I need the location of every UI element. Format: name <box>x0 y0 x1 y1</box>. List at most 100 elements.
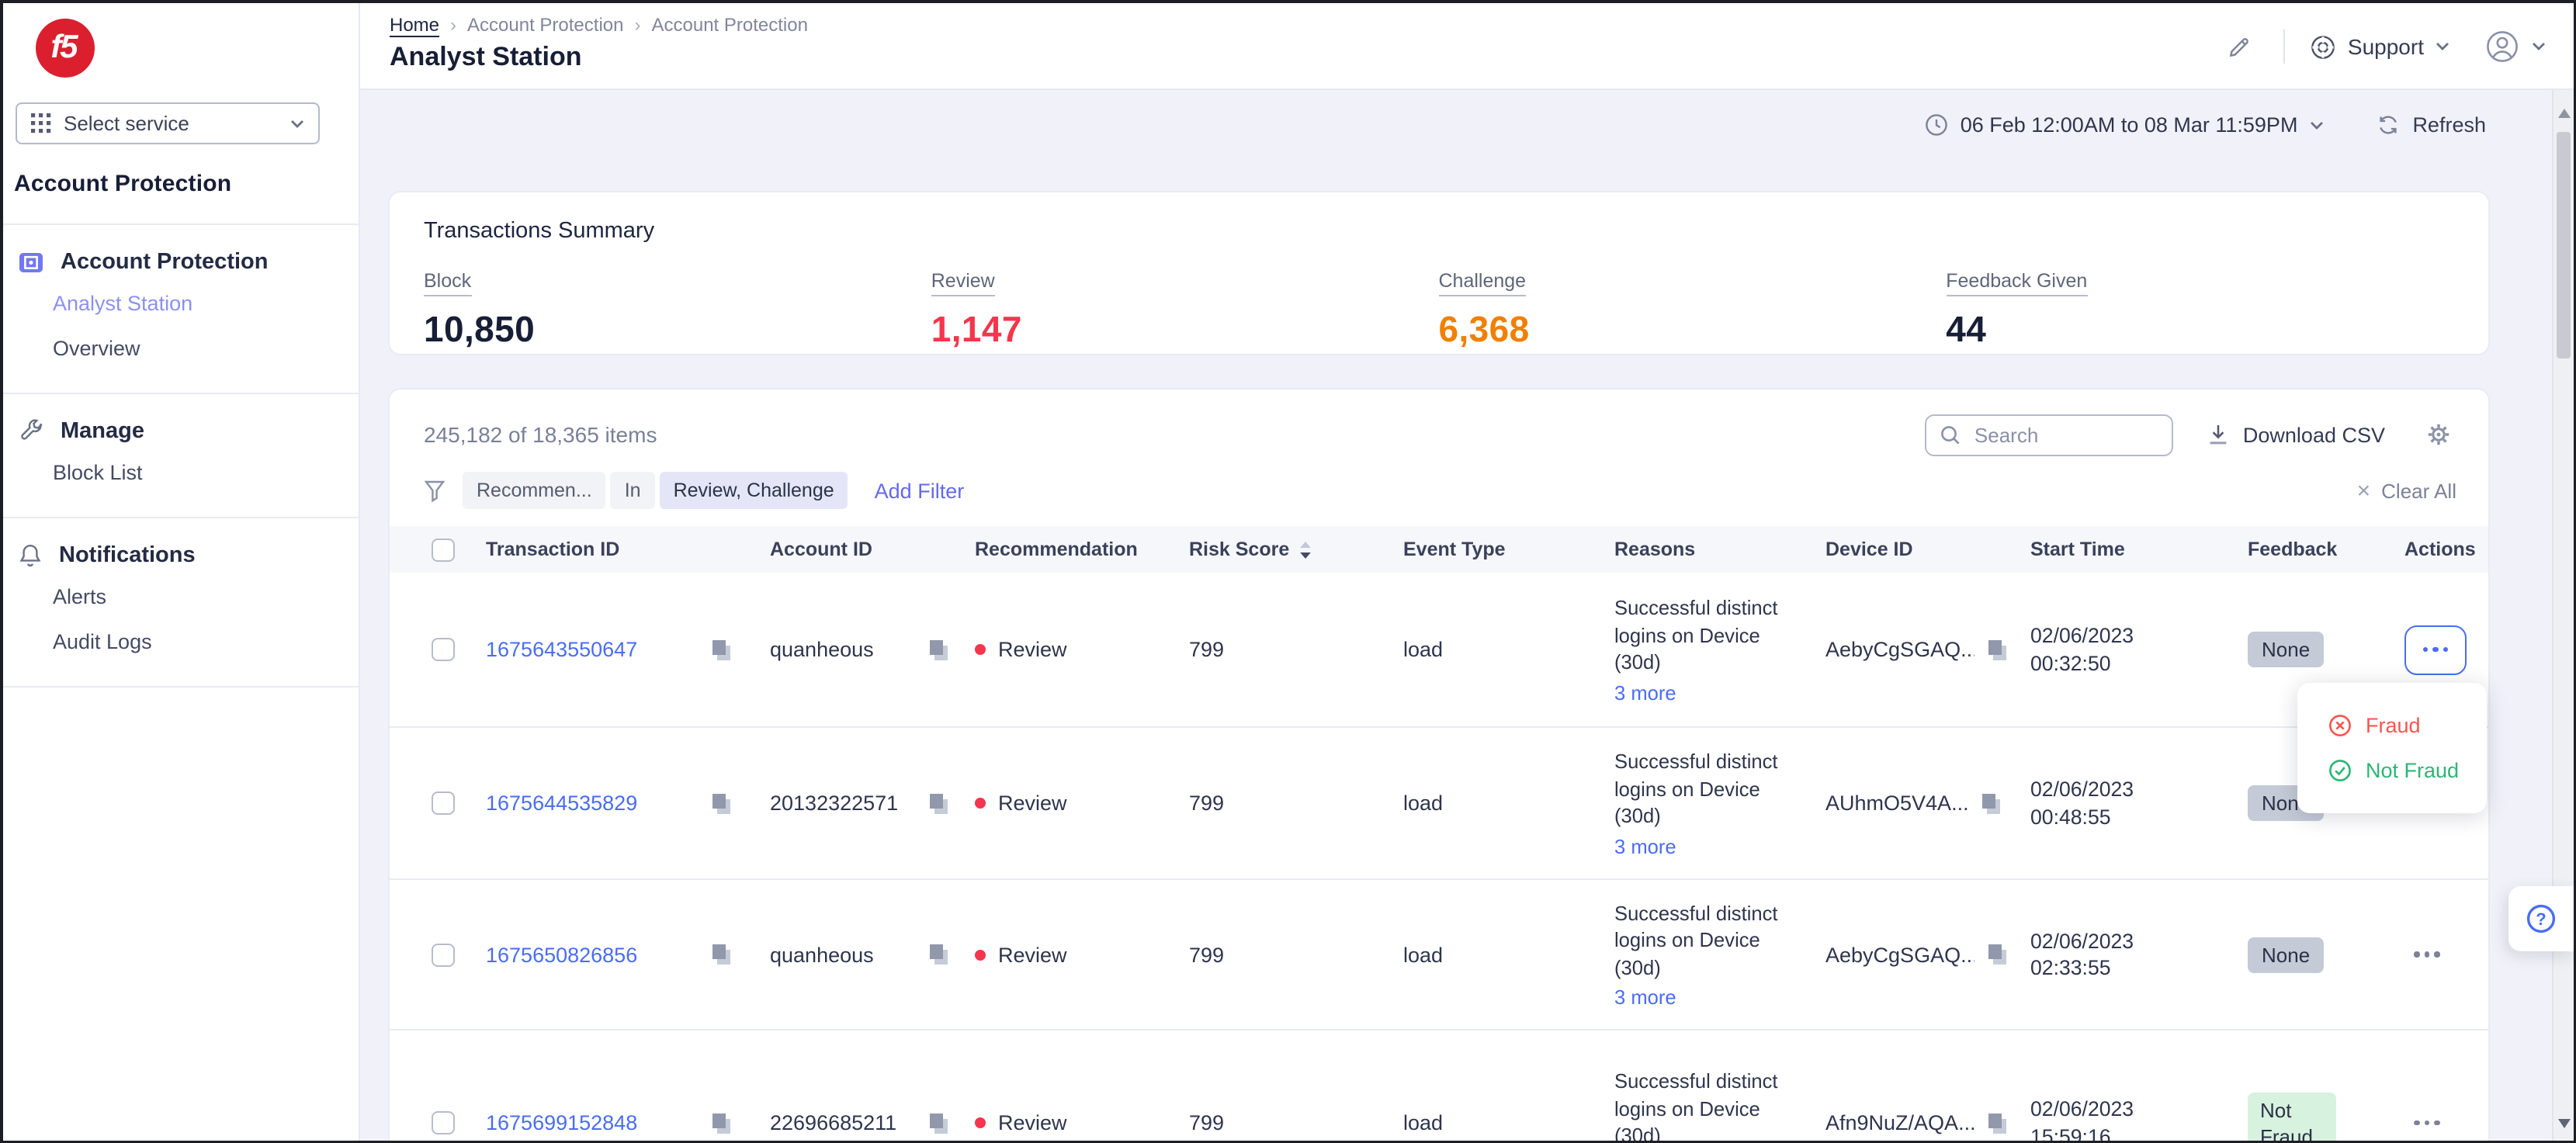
copy-icon[interactable] <box>1987 944 2009 965</box>
copy-icon[interactable] <box>928 944 950 965</box>
stat-feedback-given: Feedback Given 44 <box>1946 267 2453 351</box>
scrollbar-thumb[interactable] <box>2556 132 2570 358</box>
stat-block: Block 10,850 <box>424 267 931 351</box>
copy-icon[interactable] <box>1981 792 2003 814</box>
sort-icon[interactable] <box>1298 541 1311 558</box>
copy-icon[interactable] <box>928 792 950 814</box>
reasons-cell: Successful distinct logins on Device (30… <box>1614 1069 1825 1141</box>
stat-label: Block <box>424 270 471 296</box>
filter-field-chip[interactable]: Recommen... <box>463 472 606 509</box>
feedback-cell: Not Fraud <box>2248 1092 2404 1140</box>
col-feedback: Feedback <box>2248 539 2404 560</box>
copy-icon[interactable] <box>711 1112 733 1134</box>
more-reasons-link[interactable]: 3 more <box>1614 681 1676 705</box>
recommendation-cell: Review <box>975 791 1189 815</box>
menu-item-fraud[interactable]: Fraud <box>2297 703 2487 748</box>
copy-icon[interactable] <box>1987 639 2009 660</box>
row-checkbox-cell <box>424 943 486 966</box>
transaction-id-link[interactable]: 1675699152848 <box>486 1111 637 1134</box>
download-csv-button[interactable]: Download CSV <box>2207 423 2385 446</box>
row-actions-button[interactable] <box>2404 625 2467 674</box>
start-date: 02/06/2023 <box>2030 929 2134 952</box>
sidebar-item-block-list[interactable]: Block List <box>3 450 359 495</box>
search-icon <box>1940 424 1961 445</box>
row-actions-button[interactable] <box>2404 937 2449 973</box>
col-device-id: Device ID <box>1825 539 2030 560</box>
menu-item-not-fraud[interactable]: Not Fraud <box>2297 748 2487 793</box>
scroll-up-icon[interactable] <box>2557 109 2570 118</box>
transaction-id-link[interactable]: 1675650826856 <box>486 943 637 966</box>
breadcrumb-separator: › <box>635 14 641 36</box>
items-count: 245,182 of 18,365 items <box>424 422 657 447</box>
funnel-icon <box>424 479 446 502</box>
account-id-cell: quanheous <box>770 638 975 661</box>
search-input[interactable] <box>1971 421 2158 448</box>
clear-all-button[interactable]: × Clear All <box>2357 479 2456 502</box>
support-label: Support <box>2348 34 2424 59</box>
svg-text:?: ? <box>2535 909 2545 929</box>
gear-icon[interactable] <box>2419 416 2456 453</box>
help-icon: ? <box>2523 902 2557 936</box>
add-filter-link[interactable]: Add Filter <box>875 479 965 502</box>
scroll-down-icon[interactable] <box>2557 1118 2570 1127</box>
breadcrumb-account-protection[interactable]: Account Protection <box>467 14 623 36</box>
more-reasons-link[interactable]: 3 more <box>1614 835 1676 858</box>
sidebar-item-alerts[interactable]: Alerts <box>3 574 359 619</box>
risk-score-cell: 799 <box>1189 638 1403 661</box>
filter-operator-chip[interactable]: In <box>611 472 655 509</box>
f5-logo[interactable]: f5 <box>36 19 95 78</box>
actions-cell <box>2404 1105 2484 1141</box>
refresh-button[interactable]: Refresh <box>2377 113 2486 137</box>
row-checkbox[interactable] <box>432 943 455 966</box>
nav-group-account-protection[interactable]: Account Protection <box>3 244 359 281</box>
col-risk-score[interactable]: Risk Score <box>1189 539 1403 560</box>
transaction-id-link[interactable]: 1675643550647 <box>486 638 637 661</box>
filter-bar: Recommen... In Review, Challenge Add Fil… <box>424 469 2456 512</box>
device-id-cell: AebyCgSGAQ... <box>1825 638 2030 661</box>
page-title: Analyst Station <box>390 42 582 73</box>
select-all-checkbox[interactable] <box>432 538 455 561</box>
transaction-id-link[interactable]: 1675644535829 <box>486 791 637 815</box>
copy-icon[interactable] <box>711 639 733 660</box>
service-selector[interactable]: Select service <box>16 102 320 144</box>
clear-all-label: Clear All <box>2381 479 2456 502</box>
device-id-value: Afn9NuZ/AQA... <box>1825 1111 1974 1134</box>
more-reasons-link[interactable]: 3 more <box>1614 986 1676 1010</box>
copy-icon[interactable] <box>1987 1112 2009 1134</box>
recommendation-value: Review <box>998 638 1067 661</box>
pencil-icon[interactable] <box>2221 27 2259 66</box>
row-actions-button[interactable] <box>2404 1105 2449 1141</box>
copy-icon[interactable] <box>711 944 733 965</box>
account-id-cell: 22696685211 <box>770 1111 975 1134</box>
transaction-id-cell: 1675644535829 <box>486 791 770 815</box>
vertical-scrollbar[interactable] <box>2551 90 2573 1140</box>
user-menu[interactable] <box>2483 28 2545 65</box>
transaction-id-cell: 1675650826856 <box>486 943 770 966</box>
filter-value-chip[interactable]: Review, Challenge <box>660 472 848 509</box>
row-checkbox[interactable] <box>432 1111 455 1134</box>
start-time-cell: 02/06/202300:32:50 <box>2030 622 2248 677</box>
col-actions: Actions <box>2404 539 2484 560</box>
row-checkbox[interactable] <box>432 638 455 661</box>
actions-cell <box>2404 937 2484 973</box>
copy-icon[interactable] <box>928 1112 950 1134</box>
support-menu[interactable]: Support <box>2311 33 2449 60</box>
sidebar-item-overview[interactable]: Overview <box>3 326 359 371</box>
date-range-value[interactable]: 06 Feb 12:00AM to 08 Mar 11:59PM <box>1961 113 2298 137</box>
sidebar-item-analyst-station[interactable]: Analyst Station <box>3 281 359 326</box>
sidebar-item-audit-logs[interactable]: Audit Logs <box>3 619 359 664</box>
breadcrumb-home[interactable]: Home <box>390 14 439 36</box>
nav-group-manage[interactable]: Manage <box>3 413 359 450</box>
recommendation-cell: Review <box>975 943 1189 966</box>
copy-icon[interactable] <box>711 792 733 814</box>
col-transaction-id: Transaction ID <box>486 539 770 560</box>
nav-group-label: Manage <box>61 419 144 444</box>
stat-value: 1,147 <box>931 309 1439 351</box>
chevron-down-icon <box>2310 120 2324 130</box>
row-checkbox[interactable] <box>432 791 455 815</box>
help-button[interactable]: ? <box>2508 886 2573 951</box>
nav-group-label: Notifications <box>59 543 196 568</box>
copy-icon[interactable] <box>928 639 950 660</box>
nav-group-notifications[interactable]: Notifications <box>3 537 359 574</box>
bell-icon <box>19 543 42 568</box>
